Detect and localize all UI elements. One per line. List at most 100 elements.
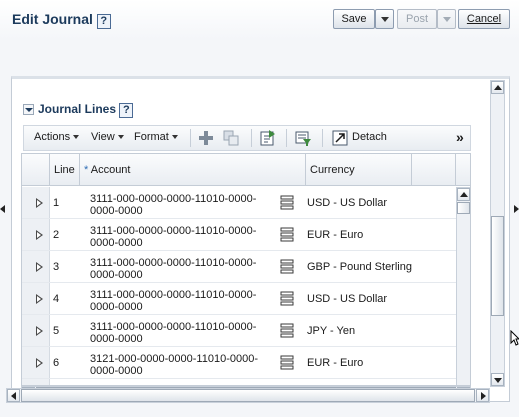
chevron-down-icon: [73, 135, 80, 140]
format-menu[interactable]: Format: [134, 131, 178, 143]
export-icon[interactable]: [259, 129, 277, 147]
line-number: 6: [53, 357, 60, 369]
post-menu-button[interactable]: [437, 9, 456, 29]
account-lookup-icon[interactable]: [279, 323, 295, 339]
cancel-button[interactable]: Cancel: [458, 9, 510, 29]
account-value: 3111-000-0000-0000-11010-0000-0000-0000: [90, 257, 257, 281]
expand-row-icon-inner: [37, 264, 41, 270]
chevron-down-icon: [380, 16, 389, 22]
row-selector[interactable]: [22, 283, 50, 314]
row-selector[interactable]: [22, 315, 50, 346]
cancel-button-label: Cancel: [466, 13, 502, 25]
column-header-account[interactable]: * Account: [80, 154, 306, 186]
account-value: 3111-000-0000-0000-11010-0000-0000-0000: [90, 289, 257, 313]
scroll-up-button[interactable]: [457, 188, 470, 201]
collapse-toggle-icon[interactable]: [23, 104, 34, 115]
scroll-left-button[interactable]: [7, 389, 20, 402]
scroll-thumb[interactable]: [491, 216, 504, 316]
expand-row-icon-inner: [37, 296, 41, 302]
table-row[interactable]: 5 3111-000-0000-0000-11010-0000-0000-000…: [22, 315, 456, 347]
column-header-currency[interactable]: Currency: [306, 154, 412, 186]
save-button-label: Save: [341, 13, 367, 25]
help-icon[interactable]: ?: [96, 14, 111, 29]
format-menu-label: Format: [134, 131, 169, 143]
journal-lines-table: Line * Account Currency 1 3111-000-0000-…: [21, 153, 471, 386]
chevron-down-icon: [117, 135, 124, 140]
scroll-thumb[interactable]: [21, 389, 475, 402]
column-header-select: [22, 154, 50, 186]
row-selector[interactable]: [22, 187, 50, 218]
table-header: Line * Account Currency: [22, 154, 470, 186]
page-vertical-scrollbar[interactable]: [490, 80, 505, 387]
table-row[interactable]: 6 3121-000-0000-0000-11010-0000-0000-000…: [22, 347, 456, 379]
expand-row-icon-inner: [37, 232, 41, 238]
table-row[interactable]: 4 3111-000-0000-0000-11010-0000-0000-000…: [22, 283, 456, 315]
actions-menu[interactable]: Actions: [34, 131, 80, 143]
account-lookup-icon[interactable]: [279, 195, 295, 211]
filter-icon[interactable]: [294, 129, 312, 147]
help-icon[interactable]: ?: [119, 103, 134, 118]
row-selector[interactable]: [22, 379, 50, 385]
expand-row-icon-inner: [37, 328, 41, 334]
chevron-down-icon: [25, 108, 33, 112]
add-row-icon[interactable]: [197, 129, 215, 147]
scroll-thumb[interactable]: [457, 202, 470, 214]
scroll-down-button[interactable]: [491, 373, 504, 386]
line-number: 2: [53, 229, 60, 241]
account-lookup-icon[interactable]: [279, 227, 295, 243]
account-lookup-icon[interactable]: [279, 355, 295, 371]
row-selector[interactable]: [22, 219, 50, 250]
page-title: Edit Journal ?: [12, 11, 111, 29]
post-button-label: Post: [405, 13, 428, 25]
mouse-cursor-icon: [510, 330, 519, 346]
section-title-text: Journal Lines: [38, 102, 117, 116]
account-lookup-icon[interactable]: [279, 259, 295, 275]
line-number: 5: [53, 325, 60, 337]
scroll-right-button[interactable]: [476, 389, 489, 402]
save-menu-button[interactable]: [375, 9, 394, 29]
view-menu-label: View: [91, 131, 115, 143]
arrow-up-icon: [494, 85, 502, 90]
section-title: Journal Lines ?: [38, 102, 134, 118]
collapse-right-handle-icon[interactable]: [514, 205, 519, 213]
toolbar-divider: [322, 129, 323, 147]
page-horizontal-scrollbar[interactable]: [6, 388, 490, 403]
line-number: 3: [53, 261, 60, 273]
detach-icon[interactable]: [332, 130, 348, 146]
table-row[interactable]: 3121-000-0000-0000-11010-0000-0000-0000: [22, 379, 456, 385]
toolbar-divider: [251, 129, 252, 147]
collapse-left-handle-icon[interactable]: [0, 205, 5, 213]
column-header-line[interactable]: Line: [50, 154, 80, 186]
toolbar-divider: [190, 129, 191, 147]
page-title-text: Edit Journal: [12, 11, 93, 27]
row-selector[interactable]: [22, 251, 50, 282]
arrow-up-icon: [460, 192, 468, 197]
row-selector[interactable]: [22, 347, 50, 378]
detach-button-label: Detach: [352, 131, 387, 143]
arrow-right-icon: [481, 392, 486, 400]
table-row[interactable]: 2 3111-000-0000-0000-11010-0000-0000-000…: [22, 219, 456, 251]
column-header-line-label: Line: [54, 164, 75, 176]
detach-button[interactable]: Detach: [352, 131, 387, 143]
scroll-up-button[interactable]: [491, 81, 504, 94]
toolbar-overflow-button[interactable]: »: [456, 129, 464, 145]
table-row[interactable]: 1 3111-000-0000-0000-11010-0000-0000-000…: [22, 187, 456, 219]
save-button[interactable]: Save: [333, 9, 375, 29]
column-header-account-label: Account: [90, 164, 131, 176]
duplicate-row-icon[interactable]: [222, 129, 240, 147]
view-menu[interactable]: View: [91, 131, 124, 143]
currency-value: GBP - Pound Sterling: [307, 261, 412, 273]
toolbar-divider: [286, 129, 287, 147]
table-vertical-scrollbar[interactable]: [456, 187, 470, 385]
post-button[interactable]: Post: [397, 9, 437, 29]
line-number: 4: [53, 293, 60, 305]
account-lookup-icon[interactable]: [279, 291, 295, 307]
actions-menu-label: Actions: [34, 131, 71, 143]
currency-value: EUR - Euro: [307, 357, 364, 369]
expand-row-icon-inner: [37, 200, 41, 206]
account-value: 3111-000-0000-0000-11010-0000-0000-0000: [90, 321, 257, 345]
table-row[interactable]: 3 3111-000-0000-0000-11010-0000-0000-000…: [22, 251, 456, 283]
account-value: 3111-000-0000-0000-11010-0000-0000-0000: [90, 193, 257, 217]
expand-row-icon-inner: [37, 360, 41, 366]
chevron-down-icon: [171, 135, 178, 140]
